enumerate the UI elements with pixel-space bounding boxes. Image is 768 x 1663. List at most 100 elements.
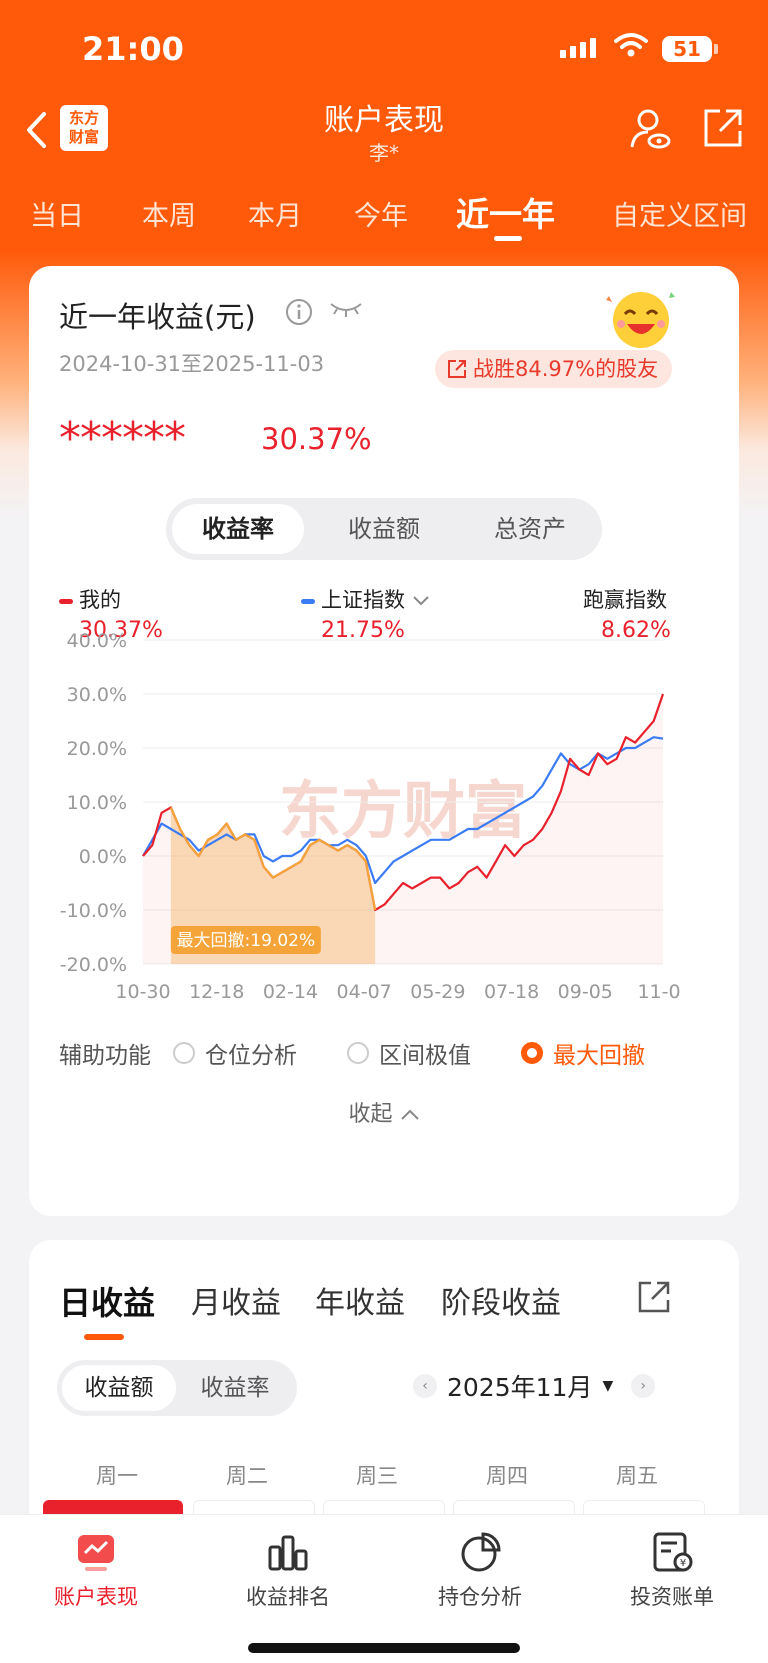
tab-yearly-return[interactable]: 年收益: [315, 1278, 405, 1322]
nav-investment-bill[interactable]: ¥ 投资账单: [576, 1515, 768, 1611]
legend-index-label: 上证指数: [321, 588, 405, 612]
daily-returns-card: 日收益 月收益 年收益 阶段收益 收益额 收益率 ‹ 2025年11月 ▼ › …: [29, 1240, 739, 1540]
legend-mine-label: 我的: [79, 588, 121, 612]
chevron-down-icon: [412, 596, 429, 606]
weekday-wed: 周三: [356, 1464, 398, 1488]
user-view-icon[interactable]: [628, 107, 672, 151]
info-icon[interactable]: [285, 298, 313, 326]
tab-period-return[interactable]: 阶段收益: [441, 1278, 561, 1322]
beat-text: 战胜84.97%的股友: [473, 357, 659, 381]
switch-rate[interactable]: 收益率: [178, 1365, 292, 1411]
legend-index-swatch: [301, 598, 315, 604]
y-tick-label: -20.0%: [60, 954, 127, 976]
x-tick-label: 11-0: [637, 981, 680, 1003]
nav-label: 收益排名: [246, 1585, 330, 1609]
home-indicator: [248, 1643, 520, 1653]
hide-eye-icon[interactable]: [329, 300, 363, 320]
tab-monthly-return[interactable]: 月收益: [191, 1278, 281, 1322]
caret-down-icon: ▼: [602, 1378, 614, 1394]
x-tick-label: 05-29: [410, 981, 465, 1003]
nav-label: 持仓分析: [438, 1585, 522, 1609]
metric-return-amount[interactable]: 收益额: [318, 504, 450, 554]
legend-mine-swatch: [59, 598, 73, 604]
radio-icon: [347, 1042, 369, 1064]
svg-text:¥: ¥: [680, 1558, 686, 1569]
battery-tip: [714, 44, 718, 54]
pie-chart-icon: [461, 1532, 501, 1572]
collapse-button[interactable]: 收起: [29, 1096, 739, 1128]
month-picker[interactable]: ‹ 2025年11月 ▼ ›: [413, 1368, 656, 1404]
nav-label: 投资账单: [630, 1585, 714, 1609]
option-label: 仓位分析: [205, 1043, 297, 1069]
weekday-mon: 周一: [96, 1464, 138, 1488]
x-tick-label: 12-18: [189, 981, 244, 1003]
y-tick-label: 0.0%: [79, 846, 127, 868]
nav-holding-analysis[interactable]: 持仓分析: [384, 1515, 576, 1611]
aux-label: 辅助功能: [59, 1043, 151, 1069]
weekday-thu: 周四: [486, 1464, 528, 1488]
y-tick-label: 10.0%: [67, 792, 127, 814]
period-tabs: 当日 本周 本月 今年 近一年 自定义区间: [0, 180, 768, 241]
chart-card-icon: [78, 1535, 114, 1571]
nav-label: 账户表现: [54, 1585, 138, 1609]
option-label: 最大回撤: [553, 1043, 645, 1069]
bill-icon: ¥: [653, 1532, 693, 1572]
amount-rate-switch: 收益额 收益率: [57, 1360, 297, 1416]
tab-custom-range[interactable]: 自定义区间: [612, 194, 747, 233]
active-tab-indicator: [84, 1334, 124, 1340]
x-tick-label: 02-14: [263, 981, 318, 1003]
x-tick-label: 10-30: [115, 981, 170, 1003]
radio-selected-icon: [521, 1042, 543, 1064]
weekday-tue: 周二: [226, 1464, 268, 1488]
option-position-analysis[interactable]: 仓位分析: [173, 1036, 297, 1070]
share-small-icon: [448, 360, 466, 378]
nav-account-performance[interactable]: 账户表现: [0, 1515, 192, 1611]
month-label: 2025年11月: [447, 1373, 593, 1402]
y-tick-label: -10.0%: [60, 900, 127, 922]
metric-return-rate[interactable]: 收益率: [172, 504, 304, 554]
date-range: 2024-10-31至2025-11-03: [59, 352, 325, 376]
tab-month[interactable]: 本月: [248, 194, 302, 233]
beat-peers-badge[interactable]: 战胜84.97%的股友: [435, 350, 673, 388]
bottom-nav: 账户表现 收益排名 持仓分析 ¥ 投资账单: [0, 1514, 768, 1663]
y-tick-label: 30.0%: [67, 684, 127, 706]
y-tick-label: 40.0%: [67, 630, 127, 652]
share-icon[interactable]: [637, 1280, 671, 1314]
tab-daily-return[interactable]: 日收益: [59, 1278, 155, 1324]
legend-beat-label: 跑赢指数: [583, 588, 667, 612]
option-label: 区间极值: [379, 1043, 471, 1069]
share-icon[interactable]: [702, 107, 744, 149]
summary-title: 近一年收益(元): [59, 300, 256, 334]
collapse-label: 收起: [348, 1102, 393, 1127]
status-bar: 21:00 51: [0, 0, 768, 100]
option-max-drawdown[interactable]: 最大回撤: [521, 1036, 645, 1070]
wifi-icon: [614, 33, 648, 57]
weekday-fri: 周五: [616, 1464, 658, 1488]
smiley-emoji-icon: [606, 292, 675, 348]
tab-ytd[interactable]: 今年: [354, 194, 408, 233]
return-chart: 东方财富 40.0% 30.0% 20.0% 10.0% 0.0% -10.0% -20.0%…: [60, 630, 681, 1003]
tab-today[interactable]: 当日: [30, 194, 84, 233]
legend-mine: 我的: [59, 584, 121, 614]
signal-icon: [560, 38, 596, 58]
performance-card: 近一年收益(元) 2024-10-31至2025-11-03 战胜84.97%的…: [29, 266, 739, 1216]
nav-return-ranking[interactable]: 收益排名: [192, 1515, 384, 1611]
legend-index[interactable]: 上证指数: [301, 584, 430, 614]
tab-one-year[interactable]: 近一年: [456, 188, 555, 236]
y-tick-label: 20.0%: [67, 738, 127, 760]
masked-amount: ******: [59, 413, 186, 464]
bar-chart-icon: [268, 1535, 308, 1571]
option-range-extremes[interactable]: 区间极值: [347, 1036, 471, 1070]
metric-switch: 收益率 收益额 总资产: [166, 498, 602, 560]
watermark: 东方财富: [279, 774, 527, 847]
prev-month-icon[interactable]: ‹: [413, 1374, 437, 1398]
switch-amount[interactable]: 收益额: [62, 1365, 176, 1411]
chevron-up-icon: [400, 1109, 419, 1120]
battery-icon: 51: [662, 36, 712, 62]
drawdown-label: 最大回撤:19.02%: [177, 931, 316, 951]
status-time: 21:00: [82, 30, 184, 68]
next-month-icon[interactable]: ›: [631, 1374, 656, 1398]
tab-week[interactable]: 本周: [142, 194, 196, 233]
metric-total-assets[interactable]: 总资产: [464, 504, 596, 554]
nav-bar: 东方 财富 账户表现 李*: [0, 95, 768, 165]
